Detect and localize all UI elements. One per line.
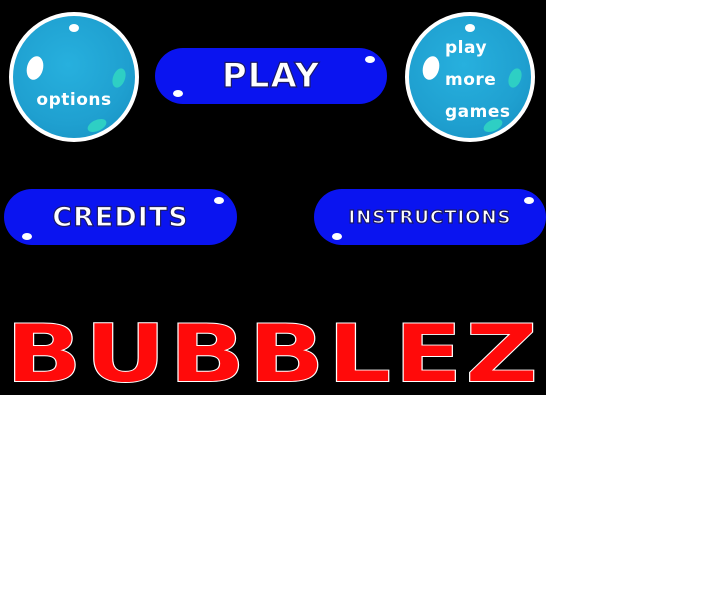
bubble-highlight — [420, 54, 442, 82]
pill-highlight — [22, 233, 32, 240]
instructions-button[interactable]: INSTRUCTIONS — [314, 189, 546, 245]
pill-highlight — [365, 56, 375, 63]
more-games-button[interactable]: play more games — [405, 12, 535, 142]
game-title: BUBBLEZ — [5, 307, 541, 395]
play-button[interactable]: PLAY — [155, 48, 387, 104]
instructions-label: INSTRUCTIONS — [348, 206, 512, 228]
pill-highlight — [214, 197, 224, 204]
credits-label: CREDITS — [52, 201, 189, 233]
bubble-reflection — [109, 66, 129, 90]
play-label: PLAY — [221, 55, 321, 96]
options-label: options — [36, 90, 112, 110]
pill-highlight — [332, 233, 342, 240]
bubble-reflection — [505, 66, 525, 90]
more-games-label-line3: games — [445, 102, 511, 122]
pill-highlight — [524, 197, 534, 204]
bubble-highlight — [24, 54, 46, 82]
options-button[interactable]: options — [9, 12, 139, 142]
more-games-label-line1: play — [445, 38, 488, 58]
credits-button[interactable]: CREDITS — [4, 189, 237, 245]
pill-highlight — [173, 90, 183, 97]
game-menu-canvas: options PLAY play more games CREDITS INS… — [0, 0, 546, 395]
bubble-highlight — [465, 24, 475, 32]
more-games-label-line2: more — [445, 70, 497, 90]
bubble-highlight — [69, 24, 79, 32]
bubble-reflection — [85, 116, 109, 135]
